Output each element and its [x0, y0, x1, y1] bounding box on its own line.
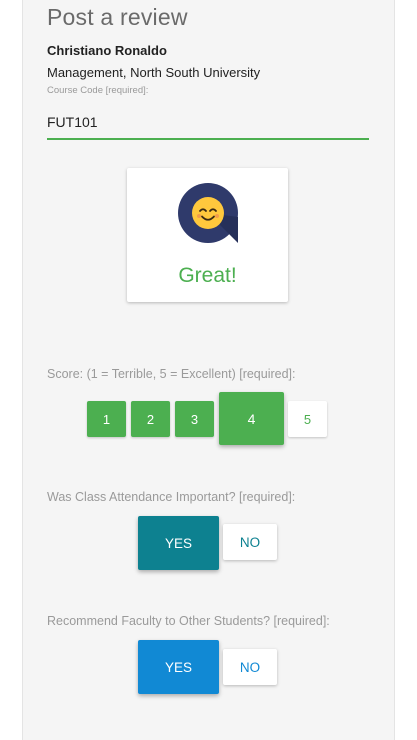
rating-card: Great! — [127, 168, 288, 302]
course-code-input[interactable] — [47, 106, 369, 140]
review-page: Post a review Christiano Ronaldo Managem… — [0, 0, 417, 740]
score-button-4[interactable]: 4 — [219, 392, 284, 445]
score-button-2[interactable]: 2 — [131, 401, 170, 437]
recommend-label: Recommend Faculty to Other Students? [re… — [47, 614, 330, 628]
rating-label: Great! — [178, 264, 237, 287]
recommend-no-button[interactable]: NO — [223, 649, 277, 685]
score-label: Score: (1 = Terrible, 5 = Excellent) [re… — [47, 367, 296, 381]
attendance-label: Was Class Attendance Important? [require… — [47, 490, 296, 504]
recommend-yes-button[interactable]: YES — [138, 640, 219, 694]
score-button-1[interactable]: 1 — [87, 401, 126, 437]
reviewer-department: Management, North South University — [47, 65, 261, 80]
attendance-yes-button[interactable]: YES — [138, 516, 219, 570]
course-code-label: Course Code [required]: — [47, 85, 149, 96]
page-title: Post a review — [47, 4, 188, 30]
score-button-5[interactable]: 5 — [288, 401, 327, 437]
smiling-face-icon — [178, 183, 238, 243]
reviewer-name: Christiano Ronaldo — [47, 43, 167, 58]
attendance-no-button[interactable]: NO — [223, 524, 277, 560]
score-button-3[interactable]: 3 — [175, 401, 214, 437]
